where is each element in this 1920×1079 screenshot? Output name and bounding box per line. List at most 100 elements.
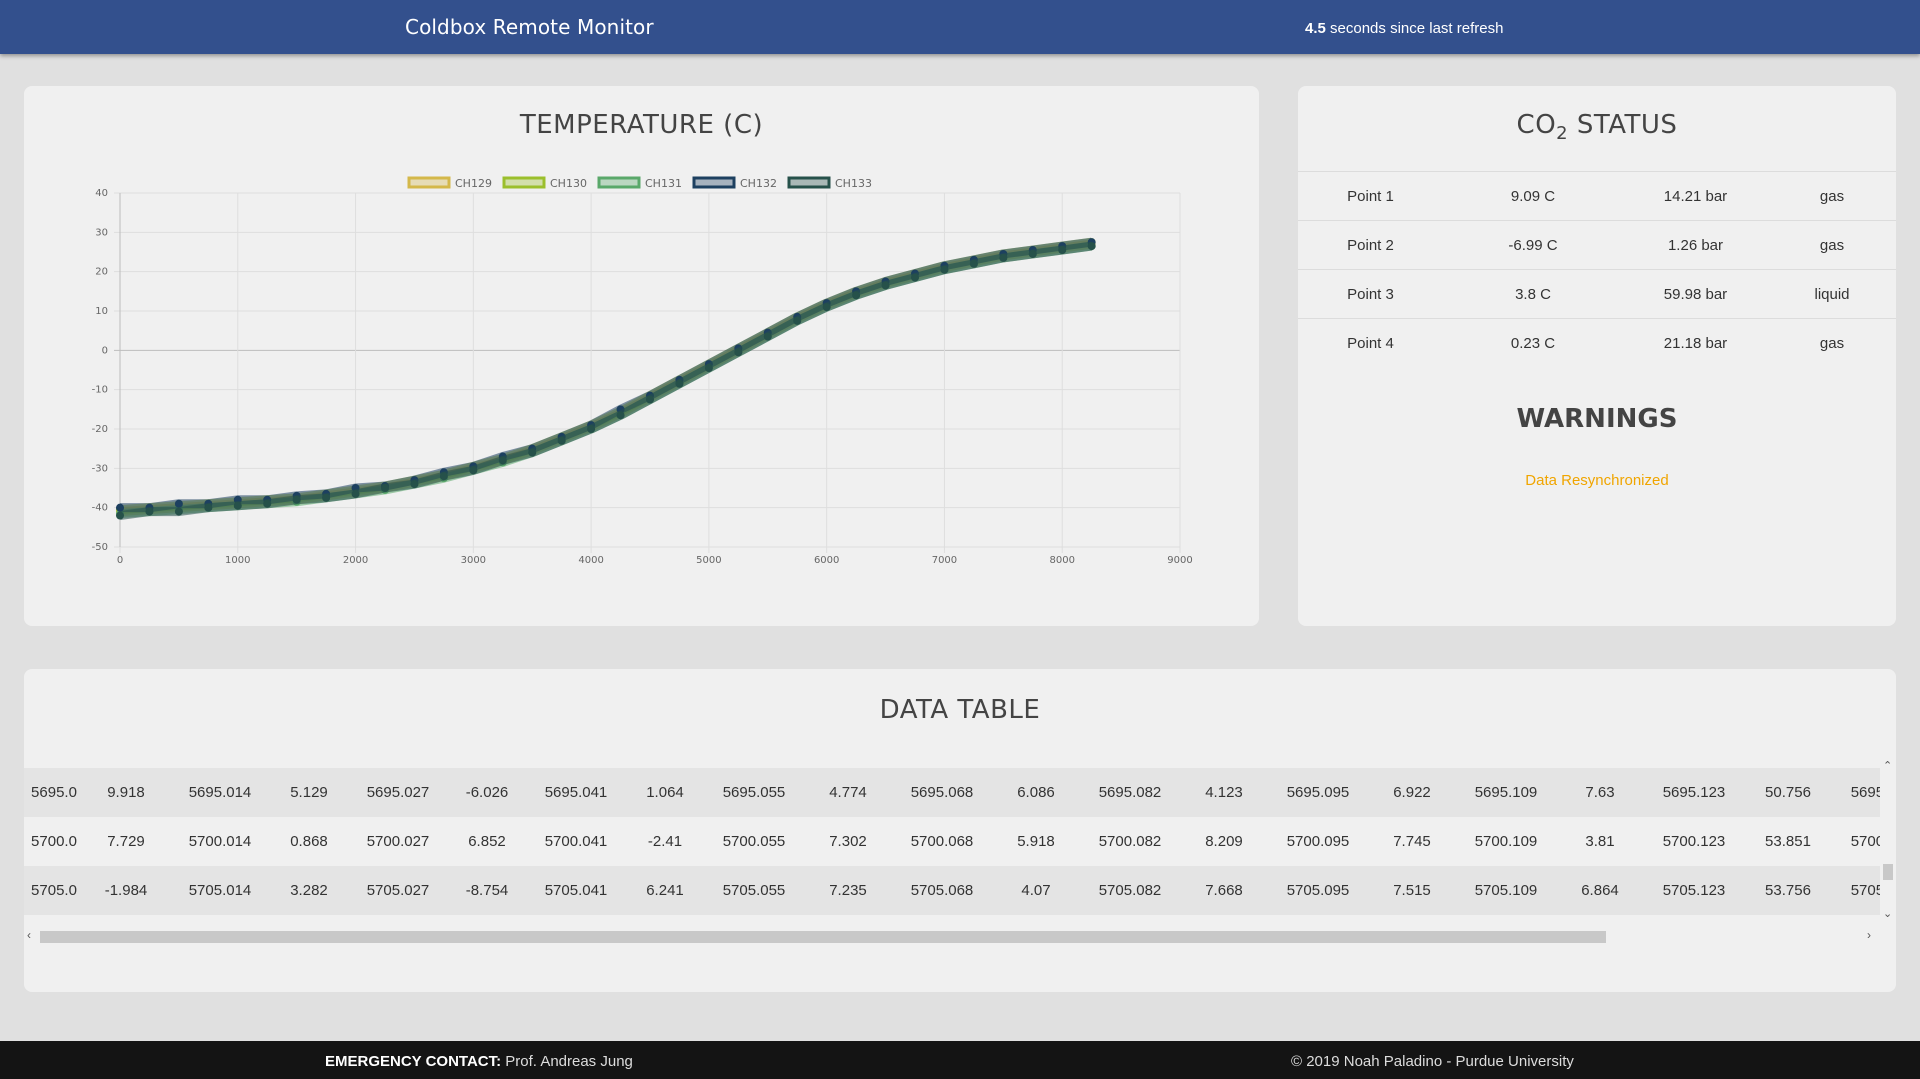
co2-title: CO2 STATUS <box>1516 110 1678 145</box>
co2-status-table: Point 1 9.09 C 14.21 bar gas Point 2 -6.99 C 1… <box>1298 171 1896 367</box>
table-cell: 5705.109 <box>1474 882 1538 899</box>
refresh-text: seconds since last refresh <box>1330 20 1504 37</box>
legend-label: CH133 <box>835 177 872 190</box>
data-point <box>145 507 154 516</box>
data-point <box>292 495 301 504</box>
table-cell: 5700.082 <box>1098 833 1162 850</box>
table-cell: 5700.123 <box>1662 833 1726 850</box>
table-cell: 53.756 <box>1765 882 1811 899</box>
footer: EMERGENCY CONTACT: Prof. Andreas Jung © … <box>0 1041 1920 1079</box>
table-cell: 8.209 <box>1205 833 1243 850</box>
table-cell: 5695.068 <box>910 784 974 801</box>
x-tick-label: 6000 <box>814 555 839 566</box>
table-cell: 5700.136 <box>1850 833 1880 850</box>
legend-swatch <box>502 176 546 189</box>
x-tick-label: 5000 <box>696 555 721 566</box>
table-cell: 7.63 <box>1585 784 1615 801</box>
temperature-chart: 40 30 20 10 0 -10 -20 -30 -40 -50 0 1000 2000 3000 400… <box>92 176 1193 566</box>
table-cell: 5695.027 <box>366 784 430 801</box>
data-point <box>881 281 890 290</box>
data-point <box>498 456 507 465</box>
table-cell: 5705.055 <box>722 882 786 899</box>
table-row: 5695.0 9.918 5695.014 5.129 5695.027 -6.026 56… <box>24 768 1880 817</box>
table-cell: 5705.0 <box>31 882 77 899</box>
legend-label: CH129 <box>455 177 492 190</box>
table-cell: 5695.109 <box>1474 784 1538 801</box>
data-point <box>528 448 537 457</box>
data-table-scroll-area[interactable]: 5695.0 9.918 5695.014 5.129 5695.027 -6.026 56… <box>24 768 1880 915</box>
y-tick-label: -30 <box>92 463 108 474</box>
table-cell: 5705.136 <box>1850 882 1880 899</box>
table-cell: 5700.0 <box>31 833 77 850</box>
scroll-down-icon[interactable]: ⌄ <box>1883 907 1892 920</box>
table-cell: 5695.095 <box>1286 784 1350 801</box>
table-cell: 3.81 <box>1585 833 1615 850</box>
y-tick-label: 40 <box>95 188 108 199</box>
x-tick-label: 9000 <box>1167 555 1192 566</box>
table-cell: 3.282 <box>290 882 328 899</box>
table-cell: 5.918 <box>1017 833 1055 850</box>
y-tick-label: -40 <box>92 503 108 514</box>
data-point <box>969 259 978 268</box>
co2-row: Point 2 -6.99 C 1.26 bar gas <box>1298 220 1896 269</box>
co2-temperature: 0.23 C <box>1510 334 1556 352</box>
data-table: 5695.0 9.918 5695.014 5.129 5695.027 -6.026 56… <box>24 768 1880 915</box>
series-line <box>119 239 1093 517</box>
co2-phase: gas <box>1819 334 1845 352</box>
data-point <box>940 265 949 274</box>
table-cell: -1.984 <box>104 882 148 899</box>
scroll-right-icon[interactable]: › <box>1867 928 1871 942</box>
y-tick-label: 10 <box>95 306 108 317</box>
copyright: © 2019 Noah Paladino - Purdue University <box>1291 1053 1574 1070</box>
x-tick-label: 7000 <box>932 555 957 566</box>
legend-swatch <box>787 176 831 189</box>
app-title[interactable]: Coldbox Remote Monitor <box>405 15 654 39</box>
data-point <box>322 493 331 502</box>
legend-swatch <box>692 176 736 189</box>
series-line <box>119 241 1093 519</box>
table-cell: 7.668 <box>1205 882 1243 899</box>
emergency-contact-label: EMERGENCY CONTACT: <box>325 1053 502 1070</box>
data-table-title: DATA TABLE <box>879 695 1041 725</box>
co2-pressure: 21.18 bar <box>1663 334 1728 352</box>
horizontal-scroll-thumb[interactable] <box>40 931 1606 943</box>
horizontal-scrollbar[interactable]: ‹ › <box>24 928 1880 944</box>
table-cell: 1.064 <box>646 784 684 801</box>
table-cell: 0.868 <box>290 833 328 850</box>
table-cell: 5700.055 <box>722 833 786 850</box>
table-cell: 6.086 <box>1017 784 1055 801</box>
y-tick-label: -20 <box>92 424 108 435</box>
data-table-card: DATA TABLE 5695.0 9.918 5695.014 5.129 5695.… <box>24 669 1896 992</box>
table-cell: 7.515 <box>1393 882 1431 899</box>
table-cell: 5705.068 <box>910 882 974 899</box>
table-cell: 5705.095 <box>1286 882 1350 899</box>
co2-phase: gas <box>1819 236 1845 254</box>
table-cell: 5705.082 <box>1098 882 1162 899</box>
vertical-scrollbar[interactable]: ⌃ ⌄ <box>1880 757 1896 927</box>
horizontal-scroll-track[interactable] <box>40 931 1860 943</box>
table-cell: -8.754 <box>465 882 509 899</box>
series-line <box>119 241 1093 520</box>
co2-pressure: 1.26 bar <box>1667 236 1724 254</box>
table-row: 5700.0 7.729 5700.014 0.868 5700.027 6.852 570… <box>24 817 1880 866</box>
co2-row: Point 1 9.09 C 14.21 bar gas <box>1298 171 1896 220</box>
table-cell: 7.729 <box>107 833 145 850</box>
data-point <box>381 484 389 492</box>
table-cell: -2.41 <box>647 833 683 850</box>
y-tick-label: 30 <box>95 227 108 238</box>
table-cell: 6.864 <box>1581 882 1619 899</box>
legend-label: CH132 <box>740 177 777 190</box>
table-cell: 5705.123 <box>1662 882 1726 899</box>
table-cell: 7.302 <box>829 833 867 850</box>
data-point <box>469 466 478 475</box>
legend-label: CH130 <box>550 177 587 190</box>
data-point <box>704 364 713 373</box>
scroll-left-icon[interactable]: ‹ <box>27 928 31 942</box>
table-cell: 5700.095 <box>1286 833 1350 850</box>
scroll-up-icon[interactable]: ⌃ <box>1883 759 1892 772</box>
co2-pressure: 59.98 bar <box>1663 285 1728 303</box>
data-point <box>675 379 684 388</box>
vertical-scroll-thumb[interactable] <box>1883 864 1893 880</box>
table-cell: 4.123 <box>1205 784 1243 801</box>
table-cell: -6.026 <box>465 784 509 801</box>
